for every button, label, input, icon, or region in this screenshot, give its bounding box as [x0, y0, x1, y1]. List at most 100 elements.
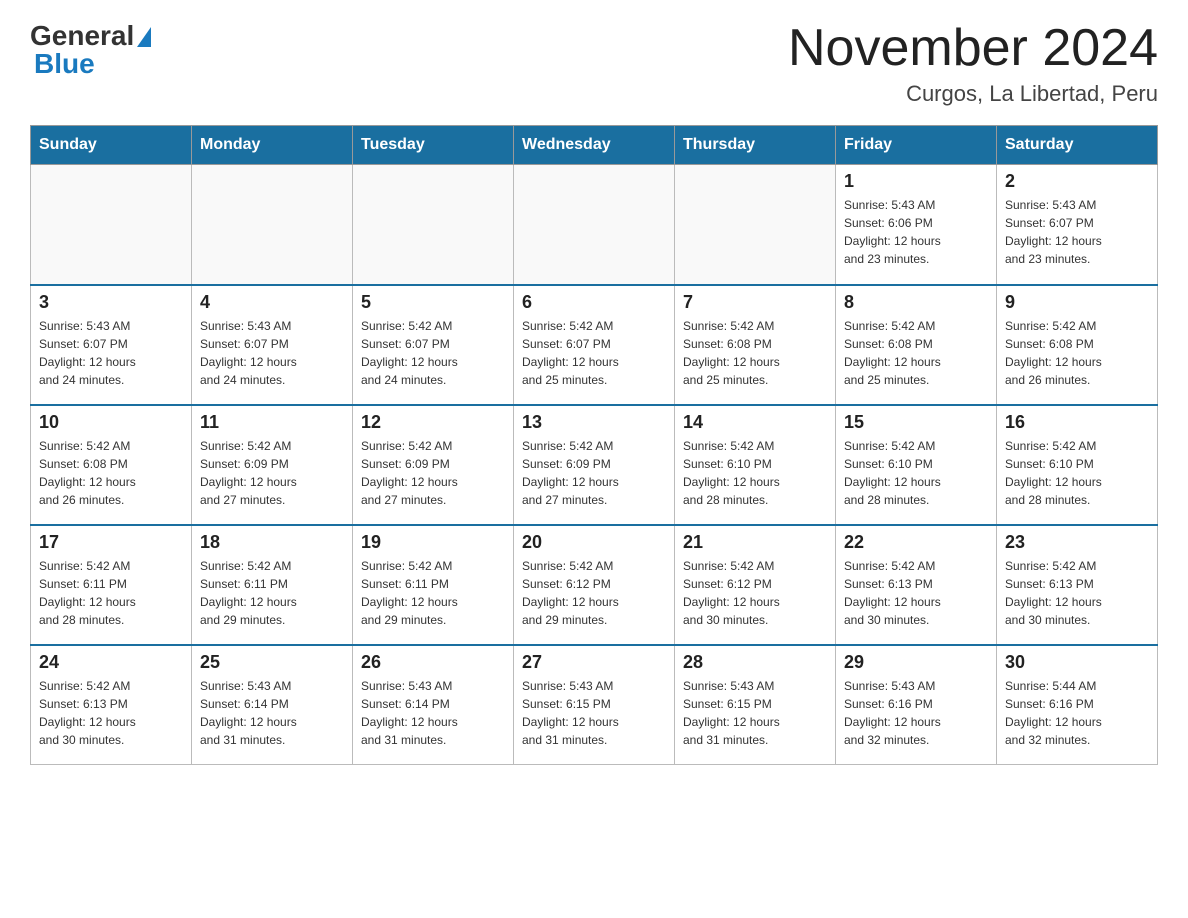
calendar-cell: 20 Sunrise: 5:42 AMSunset: 6:12 PMDayligh…	[514, 525, 675, 645]
day-number: 28	[683, 652, 827, 673]
day-number: 18	[200, 532, 344, 553]
day-number: 14	[683, 412, 827, 433]
day-number: 19	[361, 532, 505, 553]
day-number: 21	[683, 532, 827, 553]
calendar-table: SundayMondayTuesdayWednesdayThursdayFrid…	[30, 125, 1158, 765]
calendar-cell: 13Sunrise: 5:42 AMSunset: 6:09 PMDayligh…	[514, 405, 675, 525]
calendar-week-5: 24 Sunrise: 5:42 AMSunset: 6:13 PMDayligh…	[31, 645, 1158, 765]
day-info: Sunrise: 5:43 AMSunset: 6:06 PMDaylight:…	[844, 196, 988, 268]
day-info: Sunrise: 5:42 AMSunset: 6:13 PMDaylight:…	[39, 677, 183, 749]
calendar-cell: 1 Sunrise: 5:43 AMSunset: 6:06 PMDaylight…	[836, 165, 997, 285]
calendar-cell: 7 Sunrise: 5:42 AMSunset: 6:08 PMDaylight…	[675, 285, 836, 405]
day-number: 10	[39, 412, 183, 433]
calendar-cell	[192, 165, 353, 285]
day-number: 5	[361, 292, 505, 313]
calendar-cell: 18 Sunrise: 5:42 AMSunset: 6:11 PMDayligh…	[192, 525, 353, 645]
day-info: Sunrise: 5:42 AMSunset: 6:13 PMDaylight:…	[1005, 557, 1149, 629]
weekday-header-saturday: Saturday	[997, 126, 1158, 165]
calendar-week-1: 1 Sunrise: 5:43 AMSunset: 6:06 PMDaylight…	[31, 165, 1158, 285]
day-info: Sunrise: 5:42 AMSunset: 6:08 PMDaylight:…	[844, 317, 988, 389]
logo-triangle-icon	[137, 27, 151, 47]
day-number: 17	[39, 532, 183, 553]
day-info: Sunrise: 5:42 AMSunset: 6:12 PMDaylight:…	[522, 557, 666, 629]
day-number: 16	[1005, 412, 1149, 433]
day-number: 12	[361, 412, 505, 433]
day-number: 15	[844, 412, 988, 433]
day-info: Sunrise: 5:43 AMSunset: 6:16 PMDaylight:…	[844, 677, 988, 749]
calendar-cell: 16 Sunrise: 5:42 AMSunset: 6:10 PMDayligh…	[997, 405, 1158, 525]
day-number: 1	[844, 171, 988, 192]
day-info: Sunrise: 5:42 AMSunset: 6:08 PMDaylight:…	[683, 317, 827, 389]
calendar-week-2: 3 Sunrise: 5:43 AMSunset: 6:07 PMDaylight…	[31, 285, 1158, 405]
day-number: 13	[522, 412, 666, 433]
calendar-cell: 23 Sunrise: 5:42 AMSunset: 6:13 PMDayligh…	[997, 525, 1158, 645]
calendar-cell: 4 Sunrise: 5:43 AMSunset: 6:07 PMDaylight…	[192, 285, 353, 405]
weekday-header-thursday: Thursday	[675, 126, 836, 165]
calendar-cell: 11Sunrise: 5:42 AMSunset: 6:09 PMDayligh…	[192, 405, 353, 525]
calendar-cell: 12 Sunrise: 5:42 AMSunset: 6:09 PMDayligh…	[353, 405, 514, 525]
calendar-cell: 8 Sunrise: 5:42 AMSunset: 6:08 PMDaylight…	[836, 285, 997, 405]
calendar-cell	[31, 165, 192, 285]
day-info: Sunrise: 5:42 AMSunset: 6:10 PMDaylight:…	[844, 437, 988, 509]
calendar-cell: 6Sunrise: 5:42 AMSunset: 6:07 PMDaylight…	[514, 285, 675, 405]
calendar-cell: 28Sunrise: 5:43 AMSunset: 6:15 PMDayligh…	[675, 645, 836, 765]
day-number: 23	[1005, 532, 1149, 553]
day-number: 6	[522, 292, 666, 313]
day-info: Sunrise: 5:42 AMSunset: 6:11 PMDaylight:…	[200, 557, 344, 629]
day-info: Sunrise: 5:42 AMSunset: 6:08 PMDaylight:…	[1005, 317, 1149, 389]
calendar-cell: 5 Sunrise: 5:42 AMSunset: 6:07 PMDaylight…	[353, 285, 514, 405]
day-info: Sunrise: 5:42 AMSunset: 6:13 PMDaylight:…	[844, 557, 988, 629]
calendar-cell	[353, 165, 514, 285]
page-header: General Blue November 2024 Curgos, La Li…	[30, 20, 1158, 107]
day-info: Sunrise: 5:43 AMSunset: 6:14 PMDaylight:…	[200, 677, 344, 749]
day-number: 9	[1005, 292, 1149, 313]
day-info: Sunrise: 5:43 AMSunset: 6:07 PMDaylight:…	[200, 317, 344, 389]
calendar-cell: 15 Sunrise: 5:42 AMSunset: 6:10 PMDayligh…	[836, 405, 997, 525]
day-info: Sunrise: 5:43 AMSunset: 6:15 PMDaylight:…	[522, 677, 666, 749]
calendar-cell	[675, 165, 836, 285]
day-info: Sunrise: 5:42 AMSunset: 6:09 PMDaylight:…	[200, 437, 344, 509]
day-info: Sunrise: 5:42 AMSunset: 6:10 PMDaylight:…	[1005, 437, 1149, 509]
day-info: Sunrise: 5:42 AMSunset: 6:11 PMDaylight:…	[39, 557, 183, 629]
day-number: 25	[200, 652, 344, 673]
calendar-cell	[514, 165, 675, 285]
weekday-header-sunday: Sunday	[31, 126, 192, 165]
weekday-header-wednesday: Wednesday	[514, 126, 675, 165]
day-info: Sunrise: 5:42 AMSunset: 6:08 PMDaylight:…	[39, 437, 183, 509]
day-number: 24	[39, 652, 183, 673]
calendar-cell: 17 Sunrise: 5:42 AMSunset: 6:11 PMDayligh…	[31, 525, 192, 645]
day-number: 26	[361, 652, 505, 673]
calendar-cell: 30Sunrise: 5:44 AMSunset: 6:16 PMDayligh…	[997, 645, 1158, 765]
day-info: Sunrise: 5:44 AMSunset: 6:16 PMDaylight:…	[1005, 677, 1149, 749]
calendar-cell: 3 Sunrise: 5:43 AMSunset: 6:07 PMDaylight…	[31, 285, 192, 405]
day-info: Sunrise: 5:42 AMSunset: 6:11 PMDaylight:…	[361, 557, 505, 629]
calendar-cell: 9 Sunrise: 5:42 AMSunset: 6:08 PMDaylight…	[997, 285, 1158, 405]
day-info: Sunrise: 5:42 AMSunset: 6:09 PMDaylight:…	[361, 437, 505, 509]
calendar-header-row: SundayMondayTuesdayWednesdayThursdayFrid…	[31, 126, 1158, 165]
day-number: 20	[522, 532, 666, 553]
calendar-cell: 24 Sunrise: 5:42 AMSunset: 6:13 PMDayligh…	[31, 645, 192, 765]
day-number: 2	[1005, 171, 1149, 192]
logo: General Blue	[30, 20, 151, 80]
calendar-cell: 22Sunrise: 5:42 AMSunset: 6:13 PMDayligh…	[836, 525, 997, 645]
day-number: 29	[844, 652, 988, 673]
calendar-cell: 27 Sunrise: 5:43 AMSunset: 6:15 PMDayligh…	[514, 645, 675, 765]
logo-line2: Blue	[30, 48, 95, 80]
day-info: Sunrise: 5:43 AMSunset: 6:14 PMDaylight:…	[361, 677, 505, 749]
calendar-cell: 2 Sunrise: 5:43 AMSunset: 6:07 PMDaylight…	[997, 165, 1158, 285]
day-number: 7	[683, 292, 827, 313]
day-number: 27	[522, 652, 666, 673]
day-info: Sunrise: 5:42 AMSunset: 6:07 PMDaylight:…	[361, 317, 505, 389]
day-number: 3	[39, 292, 183, 313]
day-number: 4	[200, 292, 344, 313]
calendar-cell: 29 Sunrise: 5:43 AMSunset: 6:16 PMDayligh…	[836, 645, 997, 765]
calendar-cell: 14 Sunrise: 5:42 AMSunset: 6:10 PMDayligh…	[675, 405, 836, 525]
weekday-header-tuesday: Tuesday	[353, 126, 514, 165]
day-number: 8	[844, 292, 988, 313]
day-info: Sunrise: 5:43 AMSunset: 6:07 PMDaylight:…	[1005, 196, 1149, 268]
day-info: Sunrise: 5:43 AMSunset: 6:07 PMDaylight:…	[39, 317, 183, 389]
weekday-header-monday: Monday	[192, 126, 353, 165]
day-info: Sunrise: 5:42 AMSunset: 6:10 PMDaylight:…	[683, 437, 827, 509]
calendar-week-4: 17 Sunrise: 5:42 AMSunset: 6:11 PMDayligh…	[31, 525, 1158, 645]
calendar-week-3: 10 Sunrise: 5:42 AMSunset: 6:08 PMDayligh…	[31, 405, 1158, 525]
